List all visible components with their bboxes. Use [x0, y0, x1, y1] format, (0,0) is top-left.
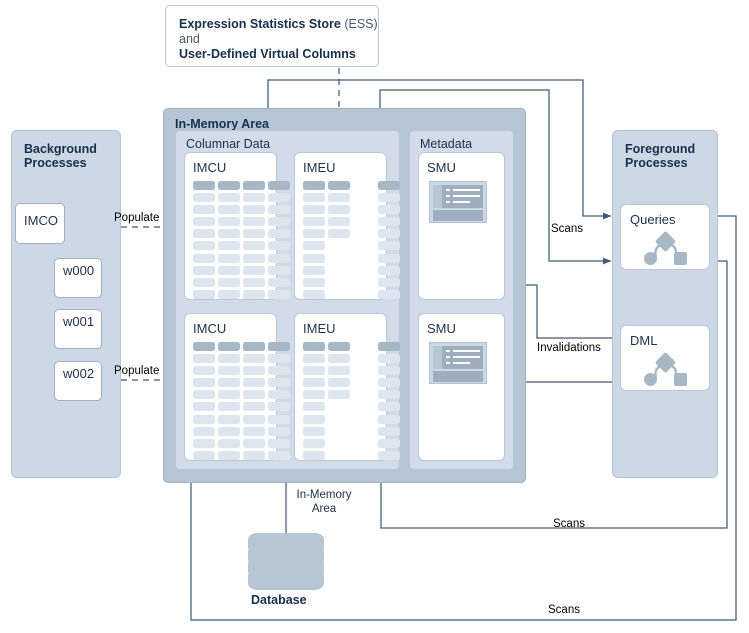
ess-line-3: User-Defined Virtual Columns [179, 47, 356, 61]
scans-label-lower: Scans [553, 518, 585, 530]
diagram-canvas: Expression Statistics Store (ESS) and Us… [0, 0, 749, 633]
imeu-label-1: IMEU [303, 160, 336, 175]
foreground-processes-title-line2: Processes [625, 156, 688, 170]
columnar-data-title: Columnar Data [186, 137, 271, 151]
feed-label-line1: In-Memory [296, 489, 352, 501]
process-flow-icon [643, 351, 689, 387]
imeu-box-1[interactable]: IMEU [294, 152, 400, 300]
imco-label: IMCO [24, 213, 58, 228]
imcu-box-1[interactable]: IMCU [184, 152, 290, 300]
imcu-column [193, 181, 215, 302]
imcu-column [243, 181, 265, 302]
dml-label: DML [630, 333, 658, 348]
imcu-grid-1 [193, 181, 290, 299]
worker-label-w001: w001 [63, 314, 95, 329]
imeu-column [328, 181, 350, 241]
imeu-column [328, 342, 350, 402]
populate-label-bottom: Populate [114, 365, 160, 377]
process-flow-icon [643, 230, 689, 266]
imeu-column [378, 181, 400, 302]
worker-label-w002: w002 [63, 366, 95, 381]
imeu-grid-1 [303, 181, 400, 299]
smu-box-1[interactable]: SMU [418, 152, 505, 300]
imeu-column [378, 342, 400, 463]
background-processes-title-line1: Background [24, 142, 97, 156]
imcu-column [243, 342, 265, 463]
database-cylinder [248, 533, 324, 590]
smu-document-icon [429, 342, 487, 384]
smu-label-2: SMU [427, 321, 456, 336]
in-memory-area-feed-label: In-Memory Area [288, 489, 360, 517]
worker-box-w001[interactable]: w001 [54, 309, 102, 349]
foreground-processes-title-line1: Foreground [625, 142, 696, 156]
dml-box[interactable]: DML [620, 325, 710, 391]
imcu-column [218, 181, 240, 302]
imcu-column [268, 342, 290, 463]
scans-label-mid: Scans [551, 223, 583, 235]
imcu-grid-2 [193, 342, 290, 460]
ess-box: Expression Statistics Store (ESS) and Us… [165, 5, 379, 67]
background-processes-title-line2: Processes [24, 156, 87, 170]
invalidations-label: Invalidations [537, 342, 601, 354]
ess-line-2: and [179, 32, 200, 46]
ess-line-1: Expression Statistics Store (ESS) [179, 17, 378, 31]
imcu-column [268, 181, 290, 302]
queries-box[interactable]: Queries [620, 204, 710, 270]
queries-label: Queries [630, 212, 676, 227]
populate-label-top: Populate [114, 212, 160, 224]
imeu-grid-2 [303, 342, 400, 460]
worker-label-w000: w000 [63, 263, 95, 278]
imeu-box-2[interactable]: IMEU [294, 313, 400, 461]
imco-box[interactable]: IMCO [15, 203, 65, 244]
imeu-column [303, 181, 325, 302]
smu-label-1: SMU [427, 160, 456, 175]
worker-box-w002[interactable]: w002 [54, 361, 102, 401]
imcu-box-2[interactable]: IMCU [184, 313, 290, 461]
worker-box-w000[interactable]: w000 [54, 258, 102, 298]
background-processes-panel: Background Processes [11, 130, 121, 478]
imcu-column [193, 342, 215, 463]
imeu-label-2: IMEU [303, 321, 336, 336]
foreground-processes-panel: Foreground Processes [612, 130, 718, 478]
imcu-column [218, 342, 240, 463]
imeu-column [303, 342, 325, 463]
metadata-title: Metadata [420, 137, 473, 151]
imcu-label-2: IMCU [193, 321, 227, 336]
scans-label-bottom: Scans [548, 604, 580, 616]
smu-box-2[interactable]: SMU [418, 313, 505, 461]
smu-document-icon [429, 181, 487, 223]
imcu-label-1: IMCU [193, 160, 227, 175]
feed-label-line2: Area [311, 502, 337, 515]
database-label: Database [251, 593, 307, 607]
